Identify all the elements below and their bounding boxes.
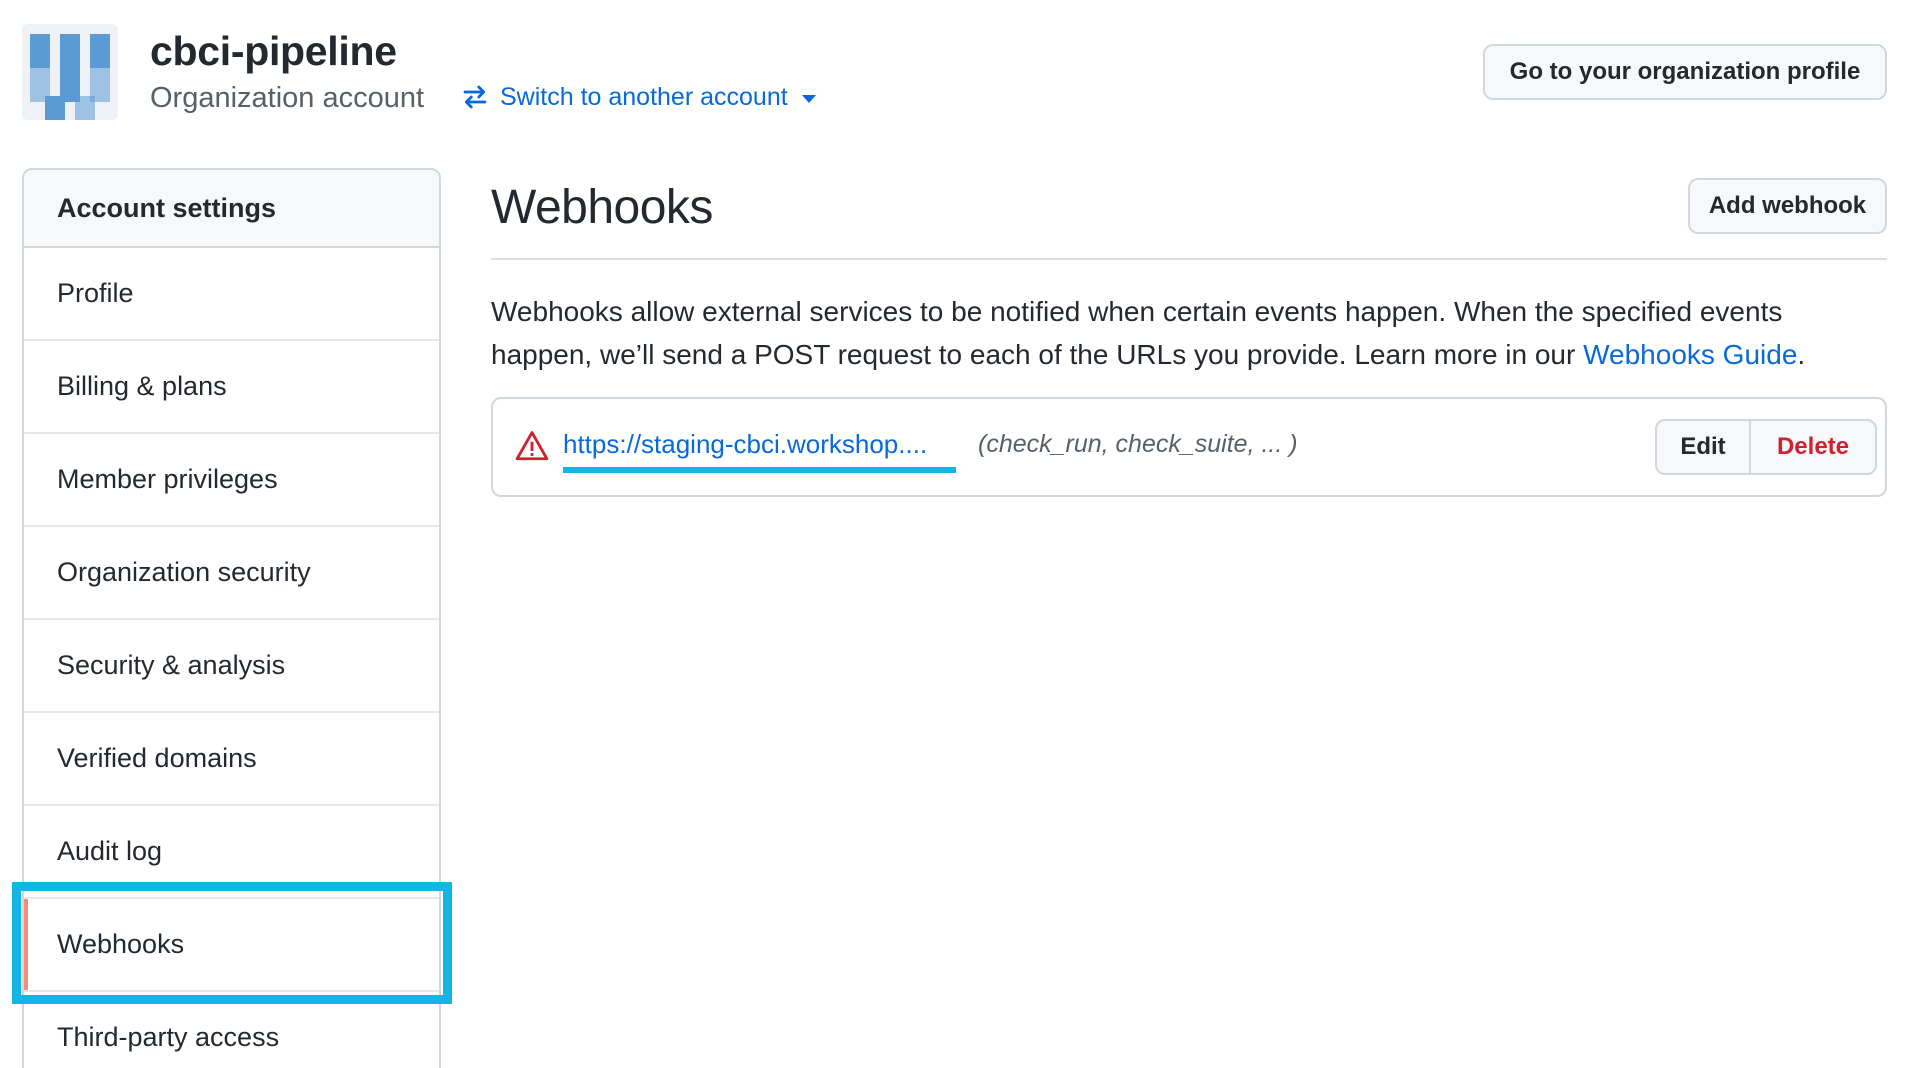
delete-webhook-button[interactable]: Delete [1751, 421, 1875, 473]
sidebar-item-label: Organization security [57, 557, 311, 587]
org-avatar [22, 24, 118, 120]
sidebar-item-label: Profile [57, 278, 134, 308]
sidebar-item-security-analysis[interactable]: Security & analysis [24, 620, 439, 713]
alert-triangle-icon [515, 431, 549, 461]
sidebar-item-webhooks[interactable]: Webhooks [24, 899, 439, 992]
webhooks-description: Webhooks allow external services to be n… [491, 290, 1891, 376]
webhook-events: (check_run, check_suite, ... ) [978, 430, 1298, 458]
sidebar-item-label: Audit log [57, 836, 163, 866]
sidebar-item-billing[interactable]: Billing & plans [24, 341, 439, 434]
sidebar-item-third-party-access[interactable]: Third-party access [24, 992, 439, 1068]
edit-webhook-button[interactable]: Edit [1657, 421, 1751, 473]
sidebar-item-label: Verified domains [57, 743, 257, 773]
page-title: Webhooks [491, 181, 713, 234]
description-end: . [1797, 339, 1806, 370]
webhook-url-link[interactable]: https://staging-cbci.workshop.... [563, 429, 927, 460]
webhooks-guide-link[interactable]: Webhooks Guide [1583, 339, 1797, 370]
sidebar-heading: Account settings [24, 170, 439, 248]
add-webhook-button[interactable]: Add webhook [1688, 178, 1887, 234]
sidebar-item-member-privileges[interactable]: Member privileges [24, 434, 439, 527]
sidebar-item-profile[interactable]: Profile [24, 248, 439, 341]
sidebar-item-label: Third-party access [57, 1022, 280, 1052]
webhook-row: https://staging-cbci.workshop.... (check… [491, 397, 1887, 497]
org-profile-button[interactable]: Go to your organization profile [1483, 44, 1887, 100]
title-divider [491, 258, 1887, 260]
sidebar-item-label: Webhooks [57, 929, 185, 959]
org-name: cbci-pipeline [150, 28, 397, 74]
sidebar-item-label: Billing & plans [57, 371, 227, 401]
org-type: Organization account [150, 82, 425, 114]
caret-down-icon [801, 94, 816, 103]
url-highlight-underline [563, 467, 956, 473]
sidebar-item-organization-security[interactable]: Organization security [24, 527, 439, 620]
settings-sidebar: Account settings Profile Billing & plans… [22, 168, 441, 1068]
sidebar-item-label: Security & analysis [57, 650, 286, 680]
webhook-actions: Edit Delete [1655, 419, 1877, 475]
sidebar-item-label: Member privileges [57, 464, 278, 494]
arrow-switch-icon [463, 85, 487, 109]
sidebar-item-verified-domains[interactable]: Verified domains [24, 713, 439, 806]
switch-account-link[interactable]: Switch to another account [460, 82, 816, 112]
sidebar-item-audit-log[interactable]: Audit log [24, 806, 439, 899]
switch-account-label: Switch to another account [500, 82, 788, 111]
